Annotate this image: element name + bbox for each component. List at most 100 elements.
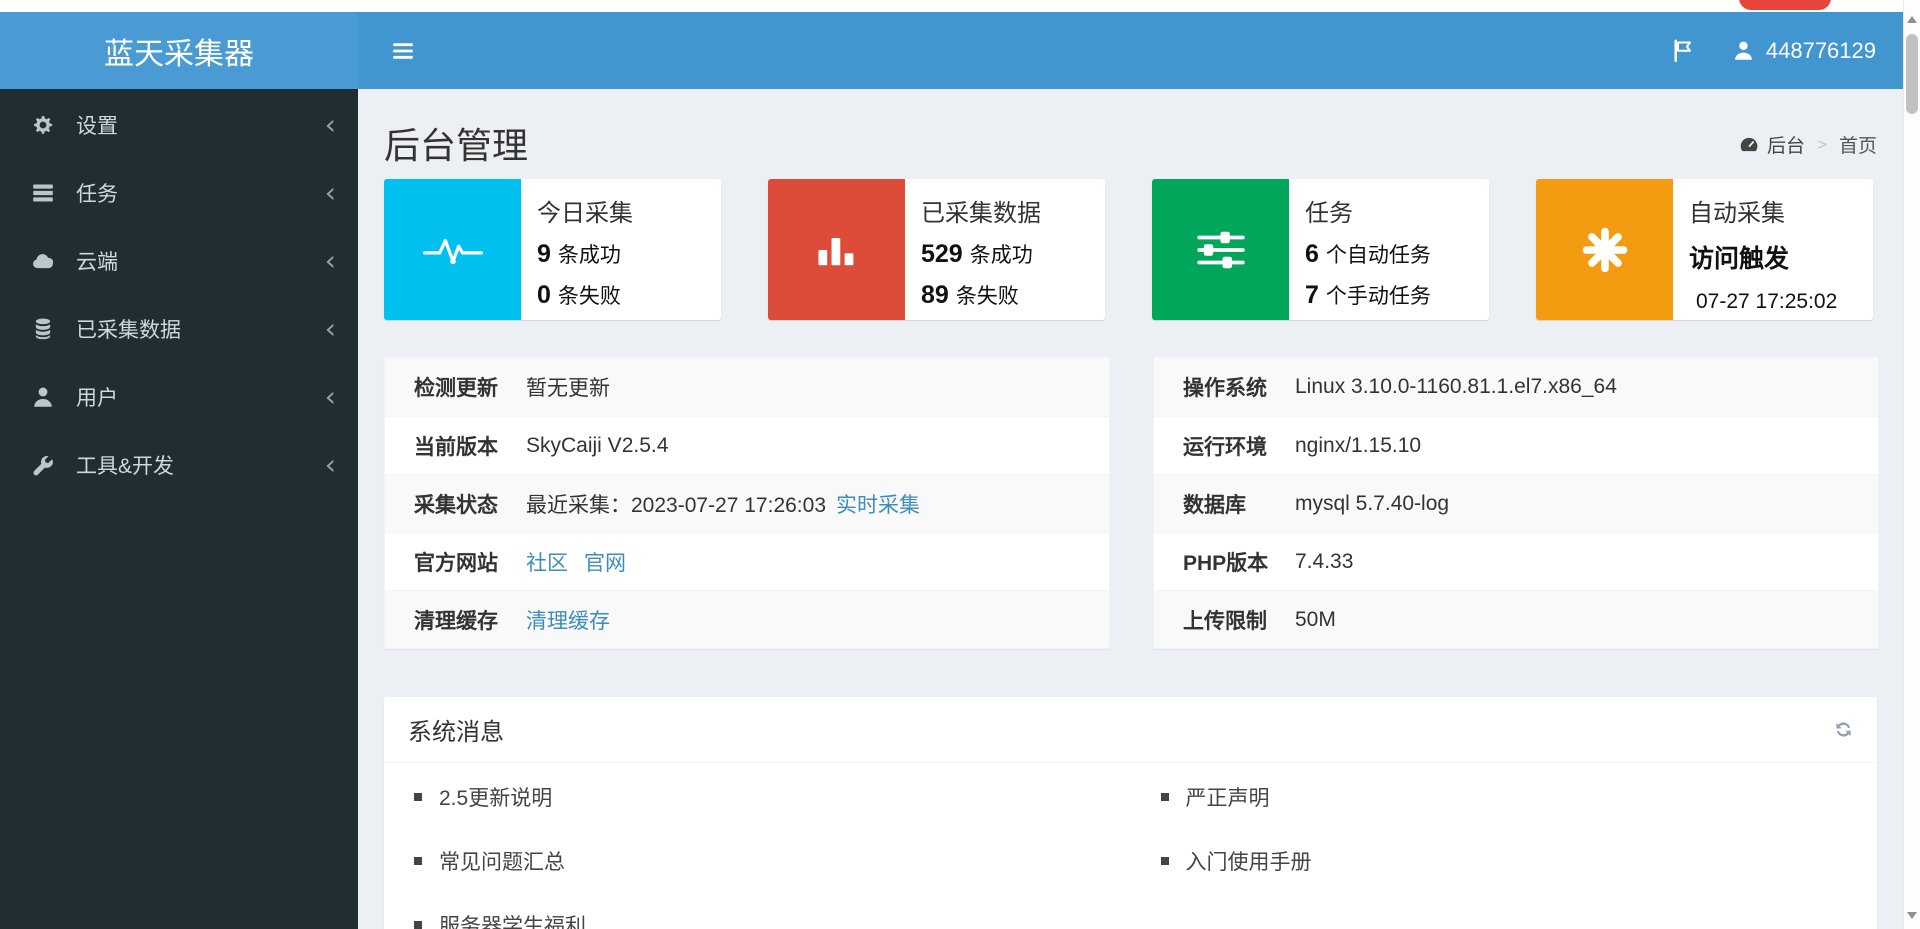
square-bullet-icon xyxy=(414,857,422,865)
sidebar-item-collected-data[interactable]: 已采集数据 xyxy=(0,295,358,363)
scrollbar-down-arrow[interactable] xyxy=(1907,912,1917,919)
row-value: 最近采集：2023-07-27 17:26:03 实时采集 xyxy=(526,489,920,519)
panel-title: 系统消息 xyxy=(408,719,504,746)
refresh-icon[interactable] xyxy=(1834,720,1853,739)
official-site-link[interactable]: 官网 xyxy=(584,547,626,577)
database-icon xyxy=(32,318,64,340)
row-label: 清理缓存 xyxy=(414,609,498,633)
system-messages-panel: 系统消息 2.5更新说明 常见问题汇总 服务器学生福利 严正声明 入门使用手册 xyxy=(384,697,1877,929)
flag-icon[interactable] xyxy=(1673,39,1693,62)
message-item-text: 严正声明 xyxy=(1185,787,1270,810)
table-row: PHP版本 7.4.33 xyxy=(1154,532,1878,590)
table-row: 采集状态 最近采集：2023-07-27 17:26:03 实时采集 xyxy=(385,474,1109,532)
app-logo-text: 蓝天采集器 xyxy=(104,37,254,71)
row-label: 数据库 xyxy=(1183,493,1246,517)
info-box-text: 条成功 xyxy=(969,244,1033,267)
clear-cache-link[interactable]: 清理缓存 xyxy=(526,605,610,635)
info-box-content: 今日采集 9 条成功 0 条失败 xyxy=(521,179,641,320)
table-row: 检测更新 暂无更新 xyxy=(385,358,1109,416)
sidebar-item-users[interactable]: 用户 xyxy=(0,363,358,431)
info-box-tasks: 任务 6 个自动任务 7 个手动任务 xyxy=(1152,179,1489,320)
sidebar-item-settings[interactable]: 设置 xyxy=(0,91,358,159)
message-item-text: 入门使用手册 xyxy=(1185,851,1312,874)
row-value: Linux 3.10.0-1160.81.1.el7.x86_64 xyxy=(1295,375,1617,398)
browser-chrome-strip xyxy=(0,0,1920,12)
username-text: 448776129 xyxy=(1765,37,1876,63)
breadcrumb: 后台 > 首页 xyxy=(1739,131,1877,158)
top-navbar: 蓝天采集器 448776129 xyxy=(0,12,1920,89)
content-area: 后台管理 后台 > 首页 今日采集 9 条成功 0 条失败 已采集数据 529 … xyxy=(358,89,1920,929)
user-menu[interactable]: 448776129 xyxy=(1733,38,1876,64)
info-box-text: 条失败 xyxy=(557,285,621,308)
row-value: 清理缓存 xyxy=(526,605,610,635)
info-box-title: 任务 xyxy=(1305,200,1353,227)
message-item[interactable]: 2.5更新说明 xyxy=(384,765,1131,829)
info-box-number: 访问触发 xyxy=(1689,245,1790,273)
environment-table: 操作系统 Linux 3.10.0-1160.81.1.el7.x86_64 运… xyxy=(1153,357,1879,649)
info-boxes-row: 今日采集 9 条成功 0 条失败 已采集数据 529 条成功 89 条失败 任务… xyxy=(384,179,1894,320)
row-label: 操作系统 xyxy=(1183,377,1267,400)
table-row: 操作系统 Linux 3.10.0-1160.81.1.el7.x86_64 xyxy=(1154,358,1878,416)
row-value: mysql 5.7.40-log xyxy=(1295,491,1450,515)
message-item[interactable]: 严正声明 xyxy=(1131,765,1878,829)
sidebar: 设置 任务 云端 xyxy=(0,89,358,929)
sidebar-item-tasks[interactable]: 任务 xyxy=(0,159,358,227)
navbar-right: 448776129 xyxy=(1673,12,1920,89)
dashboard-icon xyxy=(1739,136,1759,153)
info-box-title: 今日采集 xyxy=(537,200,633,227)
info-box-line: 9 条成功 xyxy=(537,239,633,269)
info-box-number: 89 xyxy=(921,281,949,309)
square-bullet-icon xyxy=(414,793,422,801)
wrench-icon xyxy=(32,454,64,476)
info-box-auto-collect: 自动采集 访问触发 07-27 17:25:02 xyxy=(1536,179,1873,320)
info-box-text: 个手动任务 xyxy=(1325,285,1431,308)
square-bullet-icon xyxy=(1160,857,1169,865)
sidebar-menu: 设置 任务 云端 xyxy=(0,89,358,499)
scrollbar-up-arrow[interactable] xyxy=(1907,16,1917,23)
info-box-line: 6 个自动任务 xyxy=(1305,239,1431,269)
message-column-right: 严正声明 入门使用手册 xyxy=(1131,765,1878,929)
scrollbar-thumb[interactable] xyxy=(1906,34,1918,114)
content-header: 后台管理 后台 > 首页 xyxy=(358,89,1920,177)
message-item[interactable]: 服务器学生福利 xyxy=(384,893,1131,929)
sidebar-item-label: 已采集数据 xyxy=(76,319,181,342)
row-value: 7.4.33 xyxy=(1295,549,1354,573)
chevron-left-icon xyxy=(325,179,336,207)
bar-chart-icon xyxy=(768,179,905,320)
app-logo[interactable]: 蓝天采集器 xyxy=(0,12,358,89)
asterisk-icon xyxy=(1536,179,1673,320)
community-link[interactable]: 社区 xyxy=(526,547,568,577)
row-value: 暂无更新 xyxy=(526,377,610,400)
message-item-text: 2.5更新说明 xyxy=(439,787,553,810)
message-item[interactable]: 常见问题汇总 xyxy=(384,829,1131,893)
info-box-line: 0 条失败 xyxy=(537,280,633,310)
info-box-content: 自动采集 访问触发 07-27 17:25:02 xyxy=(1673,179,1845,320)
info-box-line: 89 条失败 xyxy=(921,280,1041,310)
sidebar-item-label: 工具&开发 xyxy=(76,455,175,478)
row-label: 采集状态 xyxy=(414,493,498,517)
gear-icon xyxy=(32,114,64,136)
scrollbar[interactable] xyxy=(1903,0,1920,929)
info-box-line: 访问触发 xyxy=(1689,239,1837,275)
app-window: 蓝天采集器 448776129 设置 ‹ 任务 ‹ 云端 ‹ 已采集数据 ‹ 用… xyxy=(0,12,1920,929)
info-box-number: 6 xyxy=(1305,240,1319,268)
sliders-icon xyxy=(1152,179,1289,320)
sidebar-item-cloud[interactable]: 云端 xyxy=(0,227,358,295)
cloud-icon xyxy=(32,250,64,272)
tasks-icon xyxy=(32,182,64,204)
square-bullet-icon xyxy=(1160,793,1169,801)
info-box-line: 07-27 17:25:02 xyxy=(1689,286,1837,315)
breadcrumb-current: 首页 xyxy=(1838,136,1877,157)
info-box-content: 任务 6 个自动任务 7 个手动任务 xyxy=(1289,179,1439,320)
message-item[interactable]: 入门使用手册 xyxy=(1131,829,1878,893)
info-box-line: 7 个手动任务 xyxy=(1305,280,1431,310)
message-item-text: 常见问题汇总 xyxy=(439,851,565,874)
browser-red-pill xyxy=(1739,0,1831,10)
breadcrumb-home-link[interactable]: 后台 xyxy=(1767,131,1805,158)
info-box-number: 9 xyxy=(537,240,551,268)
realtime-collect-link[interactable]: 实时采集 xyxy=(836,489,920,519)
info-box-number: 0 xyxy=(537,281,551,309)
sidebar-item-tools[interactable]: 工具&开发 xyxy=(0,431,358,499)
sidebar-toggle-button[interactable] xyxy=(358,12,438,89)
last-collect-text: 最近采集：2023-07-27 17:26:03 xyxy=(526,493,826,517)
